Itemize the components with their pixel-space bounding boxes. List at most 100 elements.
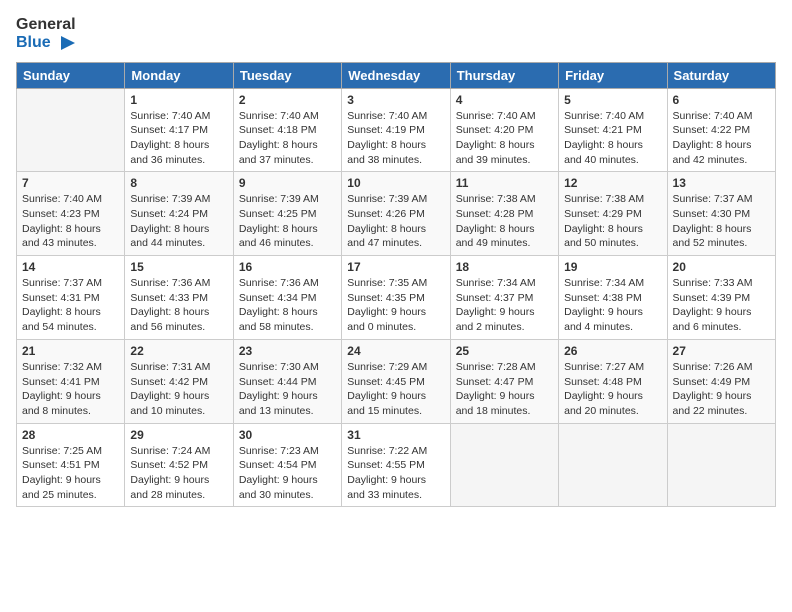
sunrise-text: Sunrise: 7:40 AM (564, 110, 644, 122)
day-cell: 5Sunrise: 7:40 AMSunset: 4:21 PMDaylight… (559, 88, 667, 172)
daylight-text: Daylight: 9 hours and 28 minutes. (130, 474, 209, 501)
day-number: 31 (347, 428, 444, 442)
sunrise-text: Sunrise: 7:23 AM (239, 445, 319, 457)
daylight-text: Daylight: 9 hours and 13 minutes. (239, 390, 318, 417)
sunset-text: Sunset: 4:49 PM (673, 376, 751, 388)
day-number: 20 (673, 260, 770, 274)
sunset-text: Sunset: 4:19 PM (347, 124, 425, 136)
daylight-text: Daylight: 8 hours and 42 minutes. (673, 139, 752, 166)
logo: General Blue (16, 16, 76, 52)
day-number: 18 (456, 260, 553, 274)
day-info: Sunrise: 7:23 AMSunset: 4:54 PMDaylight:… (239, 444, 336, 503)
daylight-text: Daylight: 8 hours and 54 minutes. (22, 306, 101, 333)
day-info: Sunrise: 7:31 AMSunset: 4:42 PMDaylight:… (130, 360, 227, 419)
sunrise-text: Sunrise: 7:38 AM (456, 193, 536, 205)
week-row-2: 7Sunrise: 7:40 AMSunset: 4:23 PMDaylight… (17, 172, 776, 256)
day-cell: 11Sunrise: 7:38 AMSunset: 4:28 PMDayligh… (450, 172, 558, 256)
daylight-text: Daylight: 8 hours and 43 minutes. (22, 223, 101, 250)
daylight-text: Daylight: 9 hours and 30 minutes. (239, 474, 318, 501)
daylight-text: Daylight: 9 hours and 6 minutes. (673, 306, 752, 333)
day-info: Sunrise: 7:38 AMSunset: 4:29 PMDaylight:… (564, 192, 661, 251)
day-cell: 8Sunrise: 7:39 AMSunset: 4:24 PMDaylight… (125, 172, 233, 256)
day-cell: 19Sunrise: 7:34 AMSunset: 4:38 PMDayligh… (559, 256, 667, 340)
sunset-text: Sunset: 4:30 PM (673, 208, 751, 220)
day-cell: 7Sunrise: 7:40 AMSunset: 4:23 PMDaylight… (17, 172, 125, 256)
day-info: Sunrise: 7:40 AMSunset: 4:17 PMDaylight:… (130, 109, 227, 168)
day-cell (559, 423, 667, 507)
day-number: 27 (673, 344, 770, 358)
day-info: Sunrise: 7:34 AMSunset: 4:37 PMDaylight:… (456, 276, 553, 335)
day-info: Sunrise: 7:36 AMSunset: 4:33 PMDaylight:… (130, 276, 227, 335)
week-row-5: 28Sunrise: 7:25 AMSunset: 4:51 PMDayligh… (17, 423, 776, 507)
day-number: 14 (22, 260, 119, 274)
daylight-text: Daylight: 8 hours and 58 minutes. (239, 306, 318, 333)
sunset-text: Sunset: 4:35 PM (347, 292, 425, 304)
day-cell (450, 423, 558, 507)
day-number: 12 (564, 176, 661, 190)
sunrise-text: Sunrise: 7:25 AM (22, 445, 102, 457)
day-number: 2 (239, 93, 336, 107)
day-cell: 30Sunrise: 7:23 AMSunset: 4:54 PMDayligh… (233, 423, 341, 507)
day-cell: 3Sunrise: 7:40 AMSunset: 4:19 PMDaylight… (342, 88, 450, 172)
day-number: 9 (239, 176, 336, 190)
logo-wordmark: General Blue (16, 16, 76, 52)
day-cell: 20Sunrise: 7:33 AMSunset: 4:39 PMDayligh… (667, 256, 775, 340)
daylight-text: Daylight: 8 hours and 40 minutes. (564, 139, 643, 166)
day-info: Sunrise: 7:40 AMSunset: 4:22 PMDaylight:… (673, 109, 770, 168)
day-info: Sunrise: 7:28 AMSunset: 4:47 PMDaylight:… (456, 360, 553, 419)
day-cell: 25Sunrise: 7:28 AMSunset: 4:47 PMDayligh… (450, 339, 558, 423)
day-cell: 10Sunrise: 7:39 AMSunset: 4:26 PMDayligh… (342, 172, 450, 256)
sunset-text: Sunset: 4:52 PM (130, 459, 208, 471)
sunrise-text: Sunrise: 7:30 AM (239, 361, 319, 373)
sunrise-text: Sunrise: 7:31 AM (130, 361, 210, 373)
day-cell: 22 Sunrise: 7:31 AMSunset: 4:42 PMDayligh… (125, 339, 233, 423)
sunset-text: Sunset: 4:37 PM (456, 292, 534, 304)
day-number: 24 (347, 344, 444, 358)
weekday-header-row: SundayMondayTuesdayWednesdayThursdayFrid… (17, 62, 776, 88)
day-number: 22 (130, 344, 227, 358)
day-number: 21 (22, 344, 119, 358)
day-cell: 17Sunrise: 7:35 AMSunset: 4:35 PMDayligh… (342, 256, 450, 340)
daylight-text: Daylight: 8 hours and 52 minutes. (673, 223, 752, 250)
sunrise-text: Sunrise: 7:40 AM (239, 110, 319, 122)
weekday-header-sunday: Sunday (17, 62, 125, 88)
sunset-text: Sunset: 4:20 PM (456, 124, 534, 136)
day-info: Sunrise: 7:40 AMSunset: 4:18 PMDaylight:… (239, 109, 336, 168)
day-cell: 9Sunrise: 7:39 AMSunset: 4:25 PMDaylight… (233, 172, 341, 256)
day-cell: 15Sunrise: 7:36 AMSunset: 4:33 PMDayligh… (125, 256, 233, 340)
daylight-text: Daylight: 8 hours and 56 minutes. (130, 306, 209, 333)
day-info: Sunrise: 7:25 AMSunset: 4:51 PMDaylight:… (22, 444, 119, 503)
sunset-text: Sunset: 4:25 PM (239, 208, 317, 220)
sunrise-text: Sunrise: 7:26 AM (673, 361, 753, 373)
daylight-text: Daylight: 8 hours and 36 minutes. (130, 139, 209, 166)
day-info: Sunrise: 7:32 AMSunset: 4:41 PMDaylight:… (22, 360, 119, 419)
sunset-text: Sunset: 4:47 PM (456, 376, 534, 388)
sunset-text: Sunset: 4:45 PM (347, 376, 425, 388)
day-cell: 21 Sunrise: 7:32 AMSunset: 4:41 PMDayligh… (17, 339, 125, 423)
day-info: Sunrise: 7:40 AMSunset: 4:21 PMDaylight:… (564, 109, 661, 168)
sunset-text: Sunset: 4:34 PM (239, 292, 317, 304)
sunrise-text: Sunrise: 7:34 AM (564, 277, 644, 289)
sunrise-text: Sunrise: 7:32 AM (22, 361, 102, 373)
day-number: 1 (130, 93, 227, 107)
day-cell (667, 423, 775, 507)
weekday-header-monday: Monday (125, 62, 233, 88)
sunset-text: Sunset: 4:33 PM (130, 292, 208, 304)
day-info: Sunrise: 7:26 AMSunset: 4:49 PMDaylight:… (673, 360, 770, 419)
day-info: Sunrise: 7:40 AMSunset: 4:23 PMDaylight:… (22, 192, 119, 251)
sunrise-text: Sunrise: 7:40 AM (130, 110, 210, 122)
daylight-text: Daylight: 9 hours and 25 minutes. (22, 474, 101, 501)
daylight-text: Daylight: 8 hours and 46 minutes. (239, 223, 318, 250)
day-info: Sunrise: 7:29 AMSunset: 4:45 PMDaylight:… (347, 360, 444, 419)
day-number: 4 (456, 93, 553, 107)
day-info: Sunrise: 7:27 AMSunset: 4:48 PMDaylight:… (564, 360, 661, 419)
daylight-text: Daylight: 9 hours and 18 minutes. (456, 390, 535, 417)
day-info: Sunrise: 7:37 AMSunset: 4:31 PMDaylight:… (22, 276, 119, 335)
day-cell: 27Sunrise: 7:26 AMSunset: 4:49 PMDayligh… (667, 339, 775, 423)
day-cell: 29Sunrise: 7:24 AMSunset: 4:52 PMDayligh… (125, 423, 233, 507)
weekday-header-wednesday: Wednesday (342, 62, 450, 88)
weekday-header-saturday: Saturday (667, 62, 775, 88)
day-cell: 31Sunrise: 7:22 AMSunset: 4:55 PMDayligh… (342, 423, 450, 507)
sunset-text: Sunset: 4:26 PM (347, 208, 425, 220)
daylight-text: Daylight: 8 hours and 49 minutes. (456, 223, 535, 250)
